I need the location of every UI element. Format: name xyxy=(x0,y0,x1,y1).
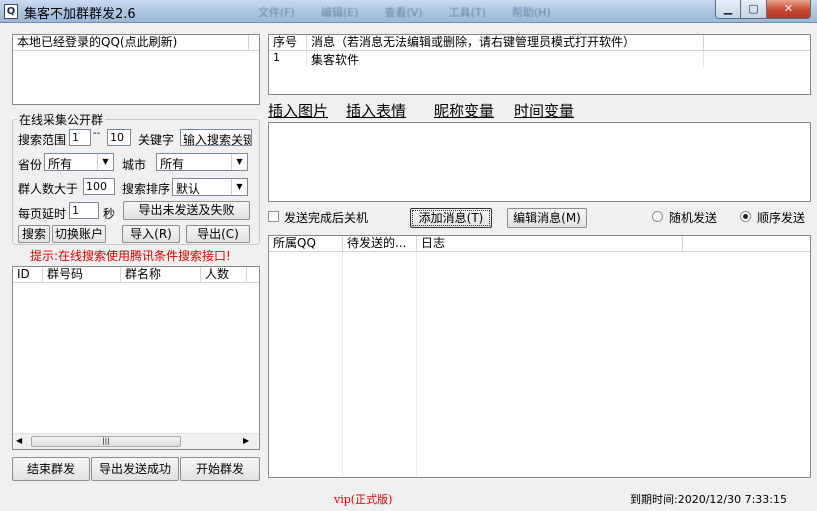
chevron-down-icon: ▼ xyxy=(97,154,113,170)
menu-bar: 文件(F) 编辑(E) 查看(V) 工具(T) 帮助(H) xyxy=(258,4,551,20)
city-select[interactable]: 所有 ▼ xyxy=(156,153,248,171)
keyword-input[interactable]: 输入搜索关键 xyxy=(180,129,252,146)
insert-image-link[interactable]: 插入图片 xyxy=(268,100,328,121)
app-icon: Q xyxy=(4,4,18,19)
col-msg-text[interactable]: 消息（若消息无法编辑或删除，请右键管理员模式打开软件） xyxy=(307,35,704,50)
province-value: 所有 xyxy=(48,157,73,171)
col-group-name[interactable]: 群名称 xyxy=(121,267,201,282)
search-range-label: 搜索范围 xyxy=(18,133,67,147)
col-group-number[interactable]: 群号码 xyxy=(43,267,121,282)
random-send-label: 随机发送 xyxy=(669,211,718,225)
range-to-input[interactable]: 10 xyxy=(107,129,131,146)
range-from-input[interactable]: 1 xyxy=(69,129,91,146)
menu-view[interactable]: 查看(V) xyxy=(384,4,422,20)
sort-value: 默认 xyxy=(176,182,201,196)
time-variable-link[interactable]: 时间变量 xyxy=(514,100,574,121)
group-results-list[interactable]: ID 群号码 群名称 人数 ◀ ||| ▶ xyxy=(12,266,260,450)
delay-input[interactable]: 1 xyxy=(69,202,99,219)
members-label: 群人数大于 xyxy=(18,182,79,196)
col-msg-no[interactable]: 序号 xyxy=(269,35,307,50)
shutdown-checkbox[interactable] xyxy=(268,211,279,222)
scroll-right-icon[interactable]: ▶ xyxy=(243,436,249,445)
send-log-list[interactable]: 所属QQ 待发送的... 日志 xyxy=(268,235,811,478)
message-list[interactable]: 序号 消息（若消息无法编辑或删除，请右键管理员模式打开软件） 1 集客软件 xyxy=(268,34,811,95)
online-collect-title: 在线采集公开群 xyxy=(17,111,106,128)
close-button[interactable]: ✕ xyxy=(767,0,811,19)
export-unsent-failed-button[interactable]: 导出未发送及失败 xyxy=(123,201,250,220)
range-separator: -- xyxy=(93,128,101,139)
message-row[interactable]: 1 集客软件 xyxy=(269,51,810,67)
send-log-header: 所属QQ 待发送的... 日志 xyxy=(269,236,810,252)
switch-account-button[interactable]: 切换账户 xyxy=(52,225,106,243)
close-icon: ✕ xyxy=(783,2,794,15)
sort-select[interactable]: 默认 ▼ xyxy=(172,178,248,196)
search-button[interactable]: 搜索 xyxy=(18,225,50,243)
expiry-time-label: 到期时间:2020/12/30 7:33:15 xyxy=(630,493,788,506)
start-send-button[interactable]: 开始群发 xyxy=(180,457,260,481)
add-message-button[interactable]: 添加消息(T) xyxy=(410,208,492,228)
city-value: 所有 xyxy=(160,157,185,171)
minimize-button[interactable]: ▁ xyxy=(715,0,741,19)
delay-label: 每页延时 xyxy=(18,207,67,221)
chevron-down-icon: ▼ xyxy=(231,154,247,170)
province-select[interactable]: 所有 ▼ xyxy=(44,153,114,171)
logged-in-qq-list[interactable]: 本地已经登录的QQ(点此刷新) xyxy=(12,34,260,105)
window-title: 集客不加群群发2.6 xyxy=(24,7,136,22)
group-results-header: ID 群号码 群名称 人数 xyxy=(13,267,259,283)
export-success-button[interactable]: 导出发送成功 xyxy=(91,457,179,481)
menu-tools[interactable]: 工具(T) xyxy=(449,4,486,20)
message-row-text: 集客软件 xyxy=(307,51,704,67)
version-label: vip(正式版) xyxy=(334,493,393,506)
search-hint: 提示:在线搜索使用腾讯条件搜索接口! xyxy=(30,249,231,263)
export-button[interactable]: 导出(C) xyxy=(186,225,250,243)
maximize-button[interactable]: ▢ xyxy=(741,0,767,19)
logged-in-qq-header-label: 本地已经登录的QQ(点此刷新) xyxy=(13,35,249,50)
menu-help[interactable]: 帮助(H) xyxy=(512,4,551,20)
logged-in-qq-header[interactable]: 本地已经登录的QQ(点此刷新) xyxy=(13,35,259,51)
log-column-divider xyxy=(416,252,417,477)
end-send-button[interactable]: 结束群发 xyxy=(12,457,90,481)
col-id[interactable]: ID xyxy=(13,267,43,282)
message-list-header: 序号 消息（若消息无法编辑或删除，请右键管理员模式打开软件） xyxy=(269,35,810,51)
col-member-count[interactable]: 人数 xyxy=(201,267,247,282)
city-label: 城市 xyxy=(122,158,147,172)
members-input[interactable]: 100 xyxy=(83,178,115,195)
col-msg-spare xyxy=(704,35,810,50)
horizontal-scrollbar[interactable]: ◀ ||| ▶ xyxy=(13,433,259,449)
seconds-label: 秒 xyxy=(103,207,116,221)
log-column-divider xyxy=(342,252,343,477)
window-controls: ▁ ▢ ✕ xyxy=(715,0,811,19)
message-row-no: 1 xyxy=(269,51,307,67)
title-bar: Q 集客不加群群发2.6 文件(F) 编辑(E) 查看(V) 工具(T) 帮助(… xyxy=(0,0,817,23)
shutdown-label: 发送完成后关机 xyxy=(284,211,369,225)
import-button[interactable]: 导入(R) xyxy=(122,225,180,243)
menu-file[interactable]: 文件(F) xyxy=(258,4,295,20)
sequential-send-radio[interactable] xyxy=(740,211,751,222)
chevron-down-icon: ▼ xyxy=(231,179,247,195)
random-send-radio[interactable] xyxy=(652,211,663,222)
edit-message-button[interactable]: 编辑消息(M) xyxy=(507,208,587,228)
menu-edit[interactable]: 编辑(E) xyxy=(321,4,359,20)
col-log[interactable]: 日志 xyxy=(417,236,683,251)
message-editor[interactable] xyxy=(268,122,811,202)
maximize-icon: ▢ xyxy=(748,2,759,15)
col-owner-qq[interactable]: 所属QQ xyxy=(269,236,343,251)
scroll-left-icon[interactable]: ◀ xyxy=(16,436,22,445)
sequential-send-label: 顺序发送 xyxy=(757,211,806,225)
sort-label: 搜索排序 xyxy=(122,182,171,196)
keyword-label: 关键字 xyxy=(138,133,175,147)
scrollbar-thumb[interactable]: ||| xyxy=(31,436,181,447)
nickname-variable-link[interactable]: 昵称变量 xyxy=(434,100,494,121)
col-pending[interactable]: 待发送的... xyxy=(343,236,417,251)
insert-emoji-link[interactable]: 插入表情 xyxy=(346,100,406,121)
province-label: 省份 xyxy=(18,158,43,172)
minimize-icon: ▁ xyxy=(723,2,733,15)
